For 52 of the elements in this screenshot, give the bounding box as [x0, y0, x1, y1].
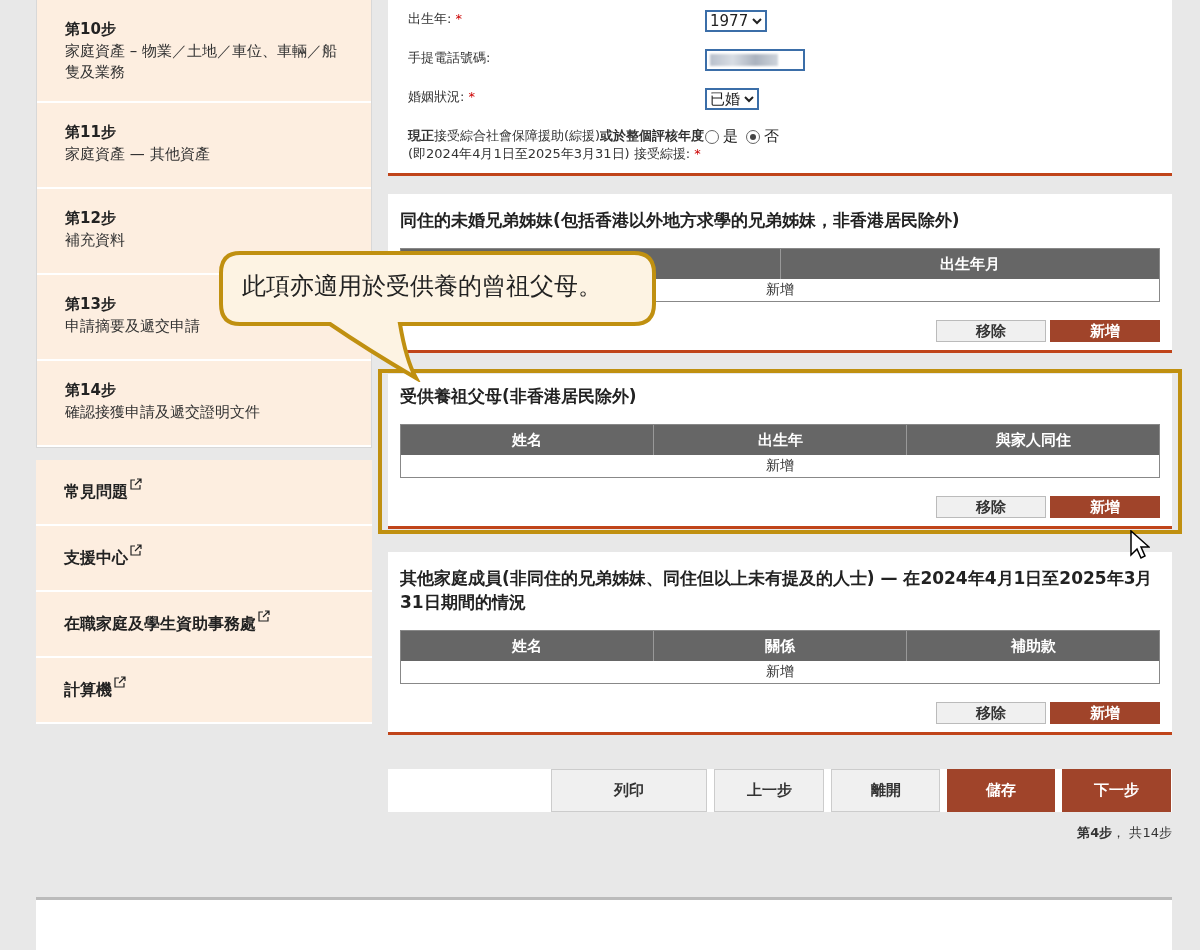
sidebar-link[interactable]: 支援中心 — [36, 526, 372, 592]
step-number: 第13步 — [65, 295, 117, 314]
sidebar-link[interactable]: 在職家庭及學生資助事務處 — [36, 592, 372, 658]
nav-button[interactable]: 離開 — [831, 769, 940, 812]
external-link-icon — [114, 676, 126, 688]
chevron-down-icon — [752, 17, 763, 25]
sidebar-link[interactable]: 計算機 — [36, 658, 372, 724]
step-menu-item[interactable]: 第10步 家庭資產 – 物業／土地／車位、車輛／船隻及業務 — [37, 0, 371, 103]
section-title: 其他家庭成員(非同住的兄弟姊妹、同住但以上未有提及的人士) — 在2024年4月1日至2025年3月31日期間的情況 — [400, 567, 1154, 614]
field-label: 手提電話號碼: — [408, 49, 492, 67]
step-number: 第10步 — [65, 20, 117, 39]
add-button[interactable]: 新增 — [1050, 702, 1160, 724]
column-header: 姓名 — [511, 429, 543, 451]
field-label: 出生年: * — [408, 10, 464, 28]
step-menu-item[interactable]: 第11步 家庭資產 — 其他資產 — [37, 103, 371, 189]
add-button[interactable]: 新增 — [1050, 320, 1160, 342]
field-label: 婚姻狀況: * — [408, 88, 477, 106]
remove-button[interactable]: 移除 — [936, 702, 1046, 724]
step-menu-item[interactable]: 第14步 確認接獲申請及遞交證明文件 — [37, 361, 371, 447]
external-link-icon — [258, 610, 270, 622]
sidebar-link[interactable]: 常見問題 — [36, 460, 372, 526]
radio-label: 是 — [723, 127, 738, 146]
section-title: 受供養祖父母(非香港居民除外) — [400, 385, 638, 408]
add-button[interactable]: 新增 — [1050, 496, 1160, 518]
dropdown-select[interactable]: 已婚 — [705, 88, 759, 110]
nav-button[interactable]: 列印 — [551, 769, 707, 812]
step-number: 第11步 — [65, 123, 117, 142]
step-number: 第12步 — [65, 209, 117, 228]
nav-button[interactable]: 下一步 — [1062, 769, 1171, 812]
chevron-down-icon — [744, 95, 754, 103]
nav-button[interactable]: 上一步 — [714, 769, 824, 812]
step-title: 家庭資產 — 其他資產 — [65, 144, 211, 165]
step-title: 補充資料 — [65, 230, 126, 251]
external-link-icon — [130, 478, 142, 490]
field-label: 現正接受綜合社會保障援助(綜援)或於整個評核年度(即2024年4月1日至2025年3月31日) 接受綜援: * — [408, 127, 705, 163]
section-title: 同住的未婚兄弟姊妹(包括香港以外地方求學的兄弟姊妹，非香港居民除外) — [400, 209, 961, 232]
radio-button[interactable] — [746, 129, 760, 144]
dropdown-select[interactable]: 1977 — [705, 10, 768, 32]
radio-button[interactable] — [705, 129, 719, 144]
step-number: 第14步 — [65, 381, 117, 400]
radio-label: 否 — [764, 127, 779, 146]
remove-button[interactable]: 移除 — [936, 496, 1046, 518]
column-header: 姓名 — [511, 635, 543, 657]
nav-button[interactable]: 儲存 — [947, 769, 1055, 812]
step-counter: 第4步， 共14步 — [1077, 824, 1172, 842]
step-title: 確認接獲申請及遞交證明文件 — [65, 402, 261, 423]
phone-input-field[interactable] — [705, 49, 805, 71]
blurred-value — [710, 54, 778, 66]
step-title: 申請摘要及遞交申請 — [65, 316, 201, 337]
step-title: 家庭資產 – 物業／土地／車位、車輛／船隻及業務 — [65, 41, 339, 83]
external-link-icon — [130, 544, 142, 556]
remove-button[interactable]: 移除 — [936, 320, 1046, 342]
